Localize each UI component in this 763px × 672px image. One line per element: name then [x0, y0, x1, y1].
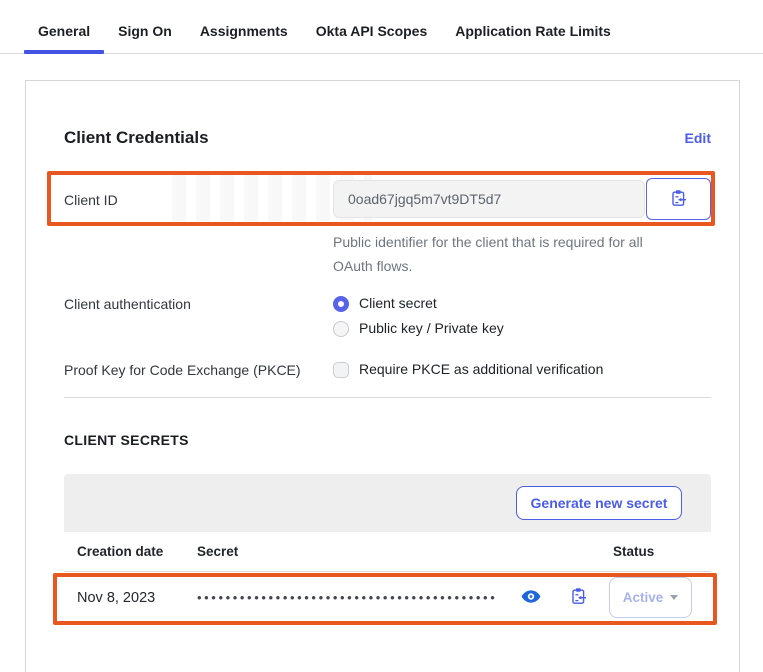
- client-secrets-toolbar: Generate new secret: [64, 474, 711, 532]
- cell-creation-date: Nov 8, 2023: [77, 590, 197, 606]
- header-secret: Secret: [197, 544, 613, 559]
- checkbox-unchecked-icon[interactable]: [333, 362, 349, 378]
- edit-link[interactable]: Edit: [685, 130, 711, 146]
- client-authentication-row: Client authentication Client secret Publ…: [64, 294, 711, 338]
- radio-option-client-secret[interactable]: Client secret: [333, 294, 504, 313]
- generate-new-secret-button[interactable]: Generate new secret: [516, 486, 682, 520]
- radio-unselected-icon[interactable]: [333, 321, 349, 337]
- tab-application-rate-limits[interactable]: Application Rate Limits: [441, 10, 625, 53]
- client-authentication-options: Client secret Public key / Private key: [333, 294, 504, 338]
- tab-okta-api-scopes[interactable]: Okta API Scopes: [302, 10, 442, 53]
- clipboard-copy-icon: [570, 587, 587, 608]
- pkce-row: Proof Key for Code Exchange (PKCE) Requi…: [64, 360, 711, 379]
- client-id-copy-button[interactable]: [646, 178, 711, 220]
- tab-okta-api-scopes-label: Okta API Scopes: [316, 23, 428, 39]
- copy-secret-button[interactable]: [570, 587, 587, 608]
- tab-sign-on-label: Sign On: [118, 23, 172, 39]
- status-dropdown-button[interactable]: Active: [609, 577, 692, 618]
- client-secrets-title: CLIENT SECRETS: [64, 432, 711, 448]
- status-label: Active: [623, 590, 664, 605]
- clipboard-copy-icon: [670, 189, 687, 210]
- section-divider: [64, 397, 711, 398]
- client-id-row: Client ID 0oad67jgq5m7vt9DT5d7: [64, 178, 711, 220]
- tab-general[interactable]: General: [24, 10, 104, 53]
- settings-card: Client Credentials Edit Client ID 0oad67…: [25, 80, 740, 672]
- client-credentials-title: Client Credentials: [64, 128, 209, 148]
- cell-secret-masked: ••••••••••••••••••••••••••••••••••••••••…: [197, 590, 519, 605]
- tab-sign-on[interactable]: Sign On: [104, 10, 186, 53]
- reveal-secret-button[interactable]: [521, 590, 541, 606]
- radio-client-secret-label: Client secret: [359, 294, 437, 313]
- caret-down-icon: [670, 595, 678, 600]
- tab-assignments-label: Assignments: [200, 23, 288, 39]
- radio-option-public-private-key[interactable]: Public key / Private key: [333, 319, 504, 338]
- tab-general-label: General: [38, 23, 90, 39]
- header-status: Status: [613, 544, 654, 559]
- tab-bar: General Sign On Assignments Okta API Sco…: [0, 0, 763, 54]
- tab-assignments[interactable]: Assignments: [186, 10, 302, 53]
- radio-public-private-key-label: Public key / Private key: [359, 319, 504, 338]
- pkce-options: Require PKCE as additional verification: [333, 360, 603, 379]
- tab-application-rate-limits-label: Application Rate Limits: [455, 23, 611, 39]
- pkce-label: Proof Key for Code Exchange (PKCE): [64, 360, 333, 379]
- client-authentication-label: Client authentication: [64, 294, 333, 338]
- table-header-row: Creation date Secret Status: [64, 532, 711, 572]
- table-row: Nov 8, 2023 ••••••••••••••••••••••••••••…: [64, 572, 711, 624]
- client-credentials-header: Client Credentials Edit: [64, 81, 711, 148]
- pkce-option-label: Require PKCE as additional verification: [359, 360, 603, 379]
- client-id-value-field[interactable]: 0oad67jgq5m7vt9DT5d7: [333, 180, 645, 218]
- radio-selected-icon[interactable]: [333, 296, 349, 312]
- header-creation-date: Creation date: [77, 544, 197, 559]
- client-id-value: 0oad67jgq5m7vt9DT5d7: [348, 191, 501, 207]
- client-id-help-text: Public identifier for the client that is…: [333, 230, 665, 278]
- eye-icon: [521, 590, 541, 606]
- client-secrets-table: Generate new secret Creation date Secret…: [64, 474, 711, 624]
- pkce-checkbox-option[interactable]: Require PKCE as additional verification: [333, 360, 603, 379]
